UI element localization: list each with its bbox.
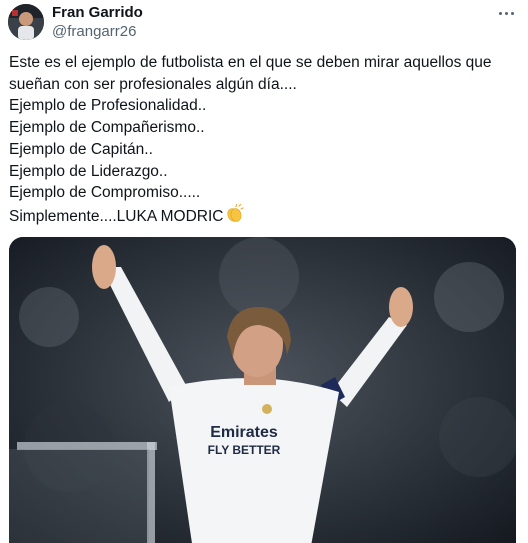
shirt-sponsor-line2: FLY BETTER (208, 443, 281, 457)
tweet-line: Ejemplo de Compañerismo.. (9, 119, 205, 137)
tweet: Fran Garrido @frangarr26 Este es el ejem… (0, 0, 528, 543)
more-horizontal-icon[interactable] (496, 6, 516, 20)
avatar[interactable] (8, 4, 44, 40)
tweet-line: Ejemplo de Capitán.. (9, 140, 153, 158)
author-block: Fran Garrido @frangarr26 (52, 4, 143, 41)
tweet-line: sueñan con ser profesionales algún día..… (9, 75, 297, 93)
tweet-text: Este es el ejemplo de futbolista en el q… (9, 52, 509, 228)
tweet-header: Fran Garrido @frangarr26 (8, 2, 520, 42)
tweet-line: Ejemplo de Compromiso..... (9, 184, 201, 202)
clapping-hands-icon (224, 203, 245, 224)
tweet-line: Simplemente....LUKA MODRIC (9, 207, 224, 225)
shirt-sponsor-line1: Emirates (210, 424, 278, 441)
author-display-name[interactable]: Fran Garrido (52, 4, 143, 22)
tweet-line: Ejemplo de Liderazgo.. (9, 162, 168, 180)
author-handle[interactable]: @frangarr26 (52, 22, 143, 41)
tweet-line-last: Simplemente....LUKA MODRIC (9, 203, 509, 228)
tweet-line: Ejemplo de Profesionalidad.. (9, 97, 207, 115)
tweet-image[interactable]: Emirates FLY BETTER (9, 237, 516, 543)
tweet-line: Este es el ejemplo de futbolista en el q… (9, 54, 492, 71)
